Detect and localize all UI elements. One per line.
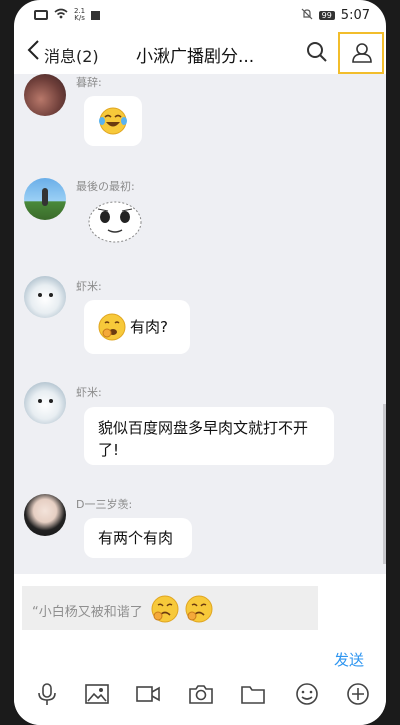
- avatar[interactable]: [24, 74, 66, 116]
- sender-name: 虾米:: [76, 386, 102, 399]
- video-icon[interactable]: [135, 682, 161, 706]
- input-panel: “小白杨又被和谐了 发送: [14, 574, 386, 725]
- avatar-eye: [38, 293, 42, 297]
- person-icon: [351, 42, 373, 68]
- scrollbar[interactable]: [383, 404, 386, 564]
- search-icon[interactable]: [306, 41, 328, 63]
- group-profile-button[interactable]: [338, 32, 384, 74]
- message-text: 貌似百度网盘多早肉文就打不开了!: [98, 419, 309, 459]
- yawning-face-emoji: [98, 313, 126, 347]
- sim-icon: [34, 10, 48, 20]
- mute-icon: [301, 8, 313, 23]
- back-button-label[interactable]: 消息(2): [44, 43, 99, 67]
- avatar[interactable]: [24, 276, 66, 318]
- mic-icon[interactable]: [34, 682, 60, 706]
- message-bubble[interactable]: [84, 96, 142, 146]
- avatar-eye: [49, 293, 53, 297]
- chat-header: 消息(2) 小湫广播剧分...: [14, 32, 386, 74]
- folder-icon[interactable]: [240, 682, 266, 706]
- camera-icon[interactable]: [188, 682, 214, 706]
- plus-icon[interactable]: [345, 682, 371, 706]
- input-toolbar: [14, 680, 386, 710]
- back-chevron-icon[interactable]: [26, 38, 40, 68]
- sender-name: 虾米:: [76, 280, 102, 293]
- battery-level: 99: [318, 11, 335, 20]
- send-button[interactable]: 发送: [334, 649, 364, 670]
- avatar[interactable]: [24, 494, 66, 536]
- status-time: 5:07: [340, 8, 370, 23]
- message-text: 有肉?: [130, 318, 168, 336]
- message-input[interactable]: “小白杨又被和谐了: [22, 586, 318, 630]
- message-bubble[interactable]: 有肉?: [84, 300, 190, 354]
- network-speed-unit: K/s: [74, 14, 85, 22]
- chat-area[interactable]: 暮辞: 最後の最初: 虾米: 有肉? 虾米: 貌似百度网盘多早肉文就打不开了! …: [14, 74, 386, 574]
- sob-emoji: [150, 594, 180, 628]
- laughing-tears-emoji: [97, 106, 129, 142]
- phone-screen: 2.1 K/s 99 5:07 消息(2) 小湫广播剧分... 暮辞: 最後の最…: [14, 0, 386, 725]
- avatar[interactable]: [24, 382, 66, 424]
- message-bubble[interactable]: 有两个有肉: [84, 518, 192, 558]
- notification-icon: [91, 10, 101, 20]
- message-bubble[interactable]: 貌似百度网盘多早肉文就打不开了!: [84, 407, 334, 465]
- sender-name: 暮辞:: [76, 76, 102, 89]
- sender-name: D一三岁羡:: [76, 498, 133, 511]
- sob-emoji: [184, 594, 214, 628]
- avatar[interactable]: [24, 178, 66, 220]
- group-title: 小湫广播剧分...: [136, 47, 255, 67]
- wifi-icon: [54, 8, 68, 22]
- smiley-icon[interactable]: [294, 682, 320, 706]
- avatar-eye: [38, 399, 42, 403]
- avatar-figure: [42, 188, 48, 206]
- status-bar: 2.1 K/s 99 5:07: [14, 0, 386, 32]
- sender-name: 最後の最初:: [76, 180, 135, 193]
- image-icon[interactable]: [84, 682, 110, 706]
- cartoon-face-sticker[interactable]: [86, 200, 144, 246]
- network-speed: 2.1 K/s: [74, 8, 85, 22]
- message-text: 有两个有肉: [98, 529, 174, 547]
- avatar-eye: [49, 399, 53, 403]
- message-input-text: “小白杨又被和谐了: [32, 605, 143, 620]
